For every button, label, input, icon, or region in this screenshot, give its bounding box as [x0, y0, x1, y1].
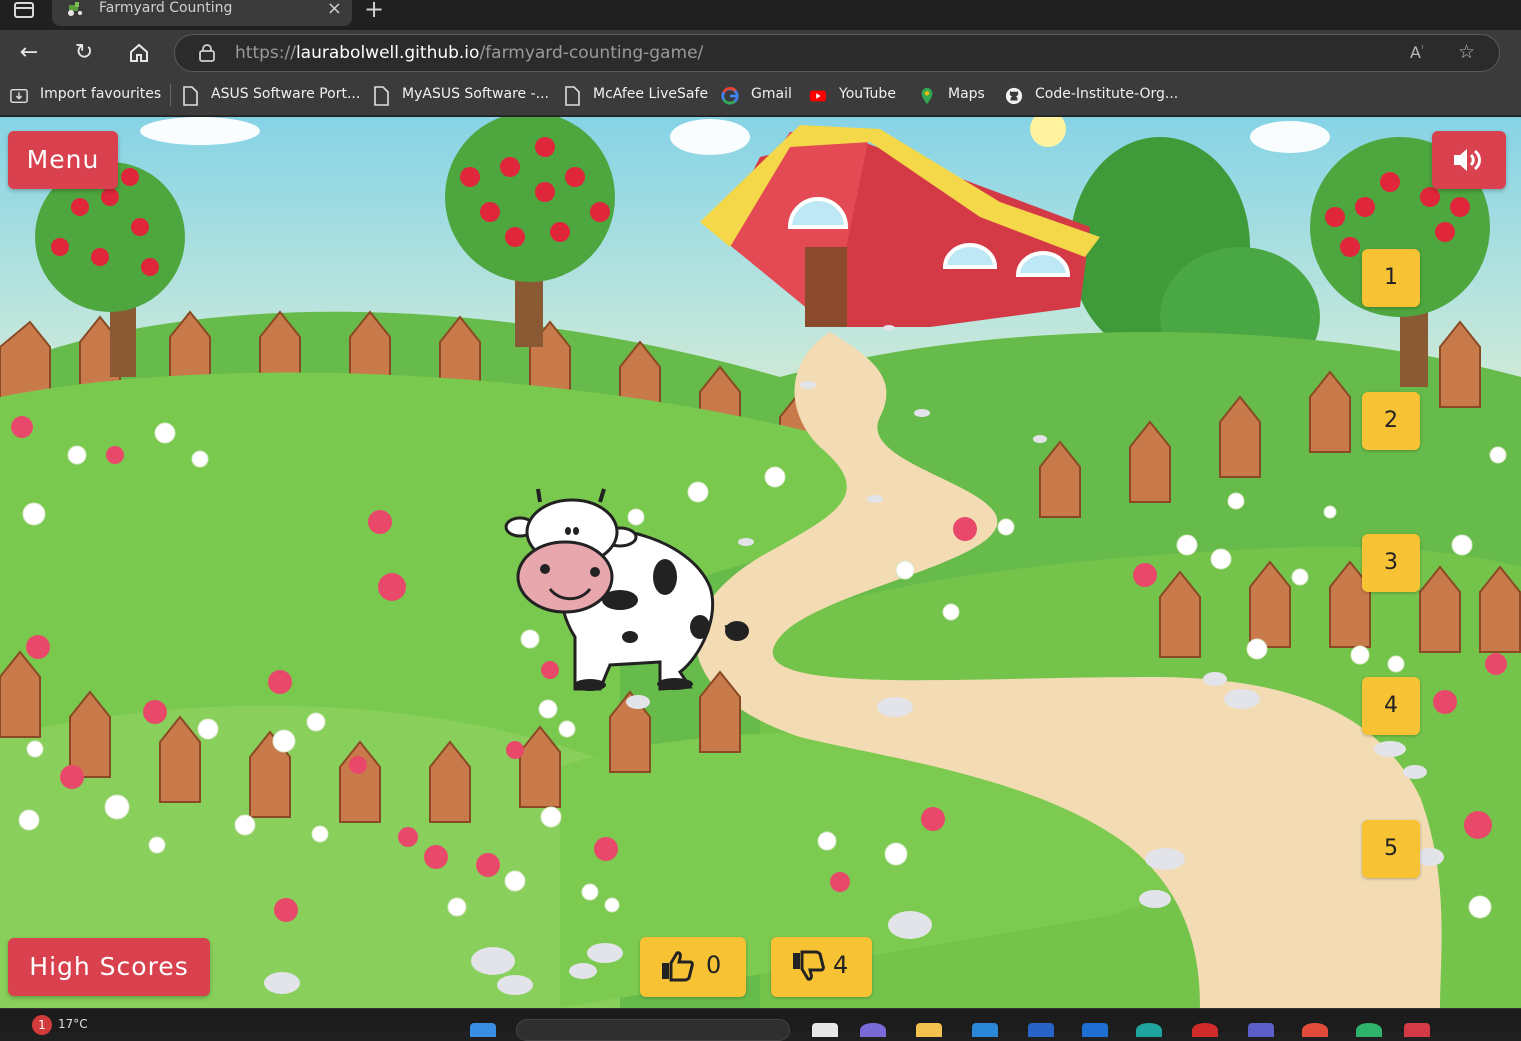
calendar-app-icon[interactable] — [1404, 1023, 1430, 1037]
page-icon — [374, 86, 389, 106]
youtube-icon — [809, 90, 827, 102]
correct-score-value: 0 — [706, 951, 722, 979]
weather-temperature[interactable]: 17°C — [58, 1017, 88, 1031]
file-explorer-icon[interactable] — [916, 1023, 942, 1037]
answer-button-2[interactable]: 2 — [1362, 392, 1420, 450]
incorrect-score: 4 — [771, 937, 872, 997]
correct-score: 0 — [640, 937, 746, 997]
page-icon — [183, 86, 198, 106]
menu-button[interactable]: Menu — [8, 131, 118, 189]
farmyard-background — [0, 117, 1521, 1008]
tab-farmyard-counting[interactable]: Farmyard Counting × — [52, 0, 352, 26]
taskbar-search[interactable] — [516, 1019, 790, 1041]
home-icon[interactable] — [124, 38, 154, 68]
answer-button-1[interactable]: 1 — [1362, 249, 1420, 307]
calendar-icon[interactable] — [1082, 1023, 1108, 1037]
app-icon[interactable] — [1356, 1023, 1382, 1037]
thumbs-down-icon — [793, 950, 825, 981]
import-icon — [10, 88, 28, 104]
mail-icon[interactable] — [1028, 1023, 1054, 1037]
favorites-bar: Import favourites ASUS Software Port... … — [0, 76, 1521, 116]
sound-toggle-button[interactable] — [1432, 131, 1506, 189]
tab-bar: Farmyard Counting × + — [0, 0, 1521, 30]
address-bar[interactable]: https://laurabolwell.github.io/farmyard-… — [174, 34, 1500, 72]
chrome-icon[interactable] — [1302, 1023, 1328, 1037]
page-icon — [565, 86, 580, 106]
favorite-star-icon[interactable]: ☆ — [1458, 41, 1475, 63]
url-text: https://laurabolwell.github.io/farmyard-… — [235, 43, 704, 63]
back-icon[interactable]: ← — [14, 38, 44, 68]
read-aloud-icon[interactable]: A⁾ — [1410, 43, 1423, 62]
answer-button-5[interactable]: 5 — [1362, 820, 1420, 878]
tab-title: Farmyard Counting — [99, 0, 233, 16]
high-scores-button[interactable]: High Scores — [8, 938, 210, 996]
teams-icon[interactable] — [1248, 1023, 1274, 1037]
speaker-volume-icon — [1454, 149, 1481, 171]
notification-badge: 1 — [32, 1015, 52, 1035]
windows-taskbar: 1 17°C — [0, 1008, 1521, 1041]
game-area: Menu 1 2 3 4 5 High Scores 0 4 — [0, 117, 1521, 1008]
google-icon — [721, 87, 739, 105]
close-tab-icon[interactable]: × — [327, 0, 342, 19]
tab-actions-icon[interactable] — [14, 2, 34, 18]
refresh-icon[interactable]: ↻ — [69, 38, 99, 68]
answer-button-4[interactable]: 4 — [1362, 677, 1420, 735]
new-tab-icon[interactable]: + — [364, 0, 384, 23]
thumbs-up-icon — [662, 951, 694, 982]
answer-button-3[interactable]: 3 — [1362, 534, 1420, 592]
navigation-bar: ← ↻ https://laurabolwell.github.io/farmy… — [0, 30, 1521, 76]
edge-icon[interactable] — [1136, 1023, 1162, 1037]
bookmark-separator — [170, 84, 171, 106]
task-view-icon[interactable] — [812, 1023, 838, 1037]
maps-icon — [921, 87, 933, 105]
incorrect-score-value: 4 — [833, 951, 849, 979]
start-icon[interactable] — [470, 1023, 496, 1037]
github-icon — [1005, 87, 1023, 105]
lock-icon[interactable] — [199, 44, 215, 62]
opera-icon[interactable] — [1192, 1023, 1218, 1037]
store-icon[interactable] — [972, 1023, 998, 1037]
copilot-icon[interactable] — [860, 1023, 886, 1037]
tractor-icon — [68, 2, 82, 16]
